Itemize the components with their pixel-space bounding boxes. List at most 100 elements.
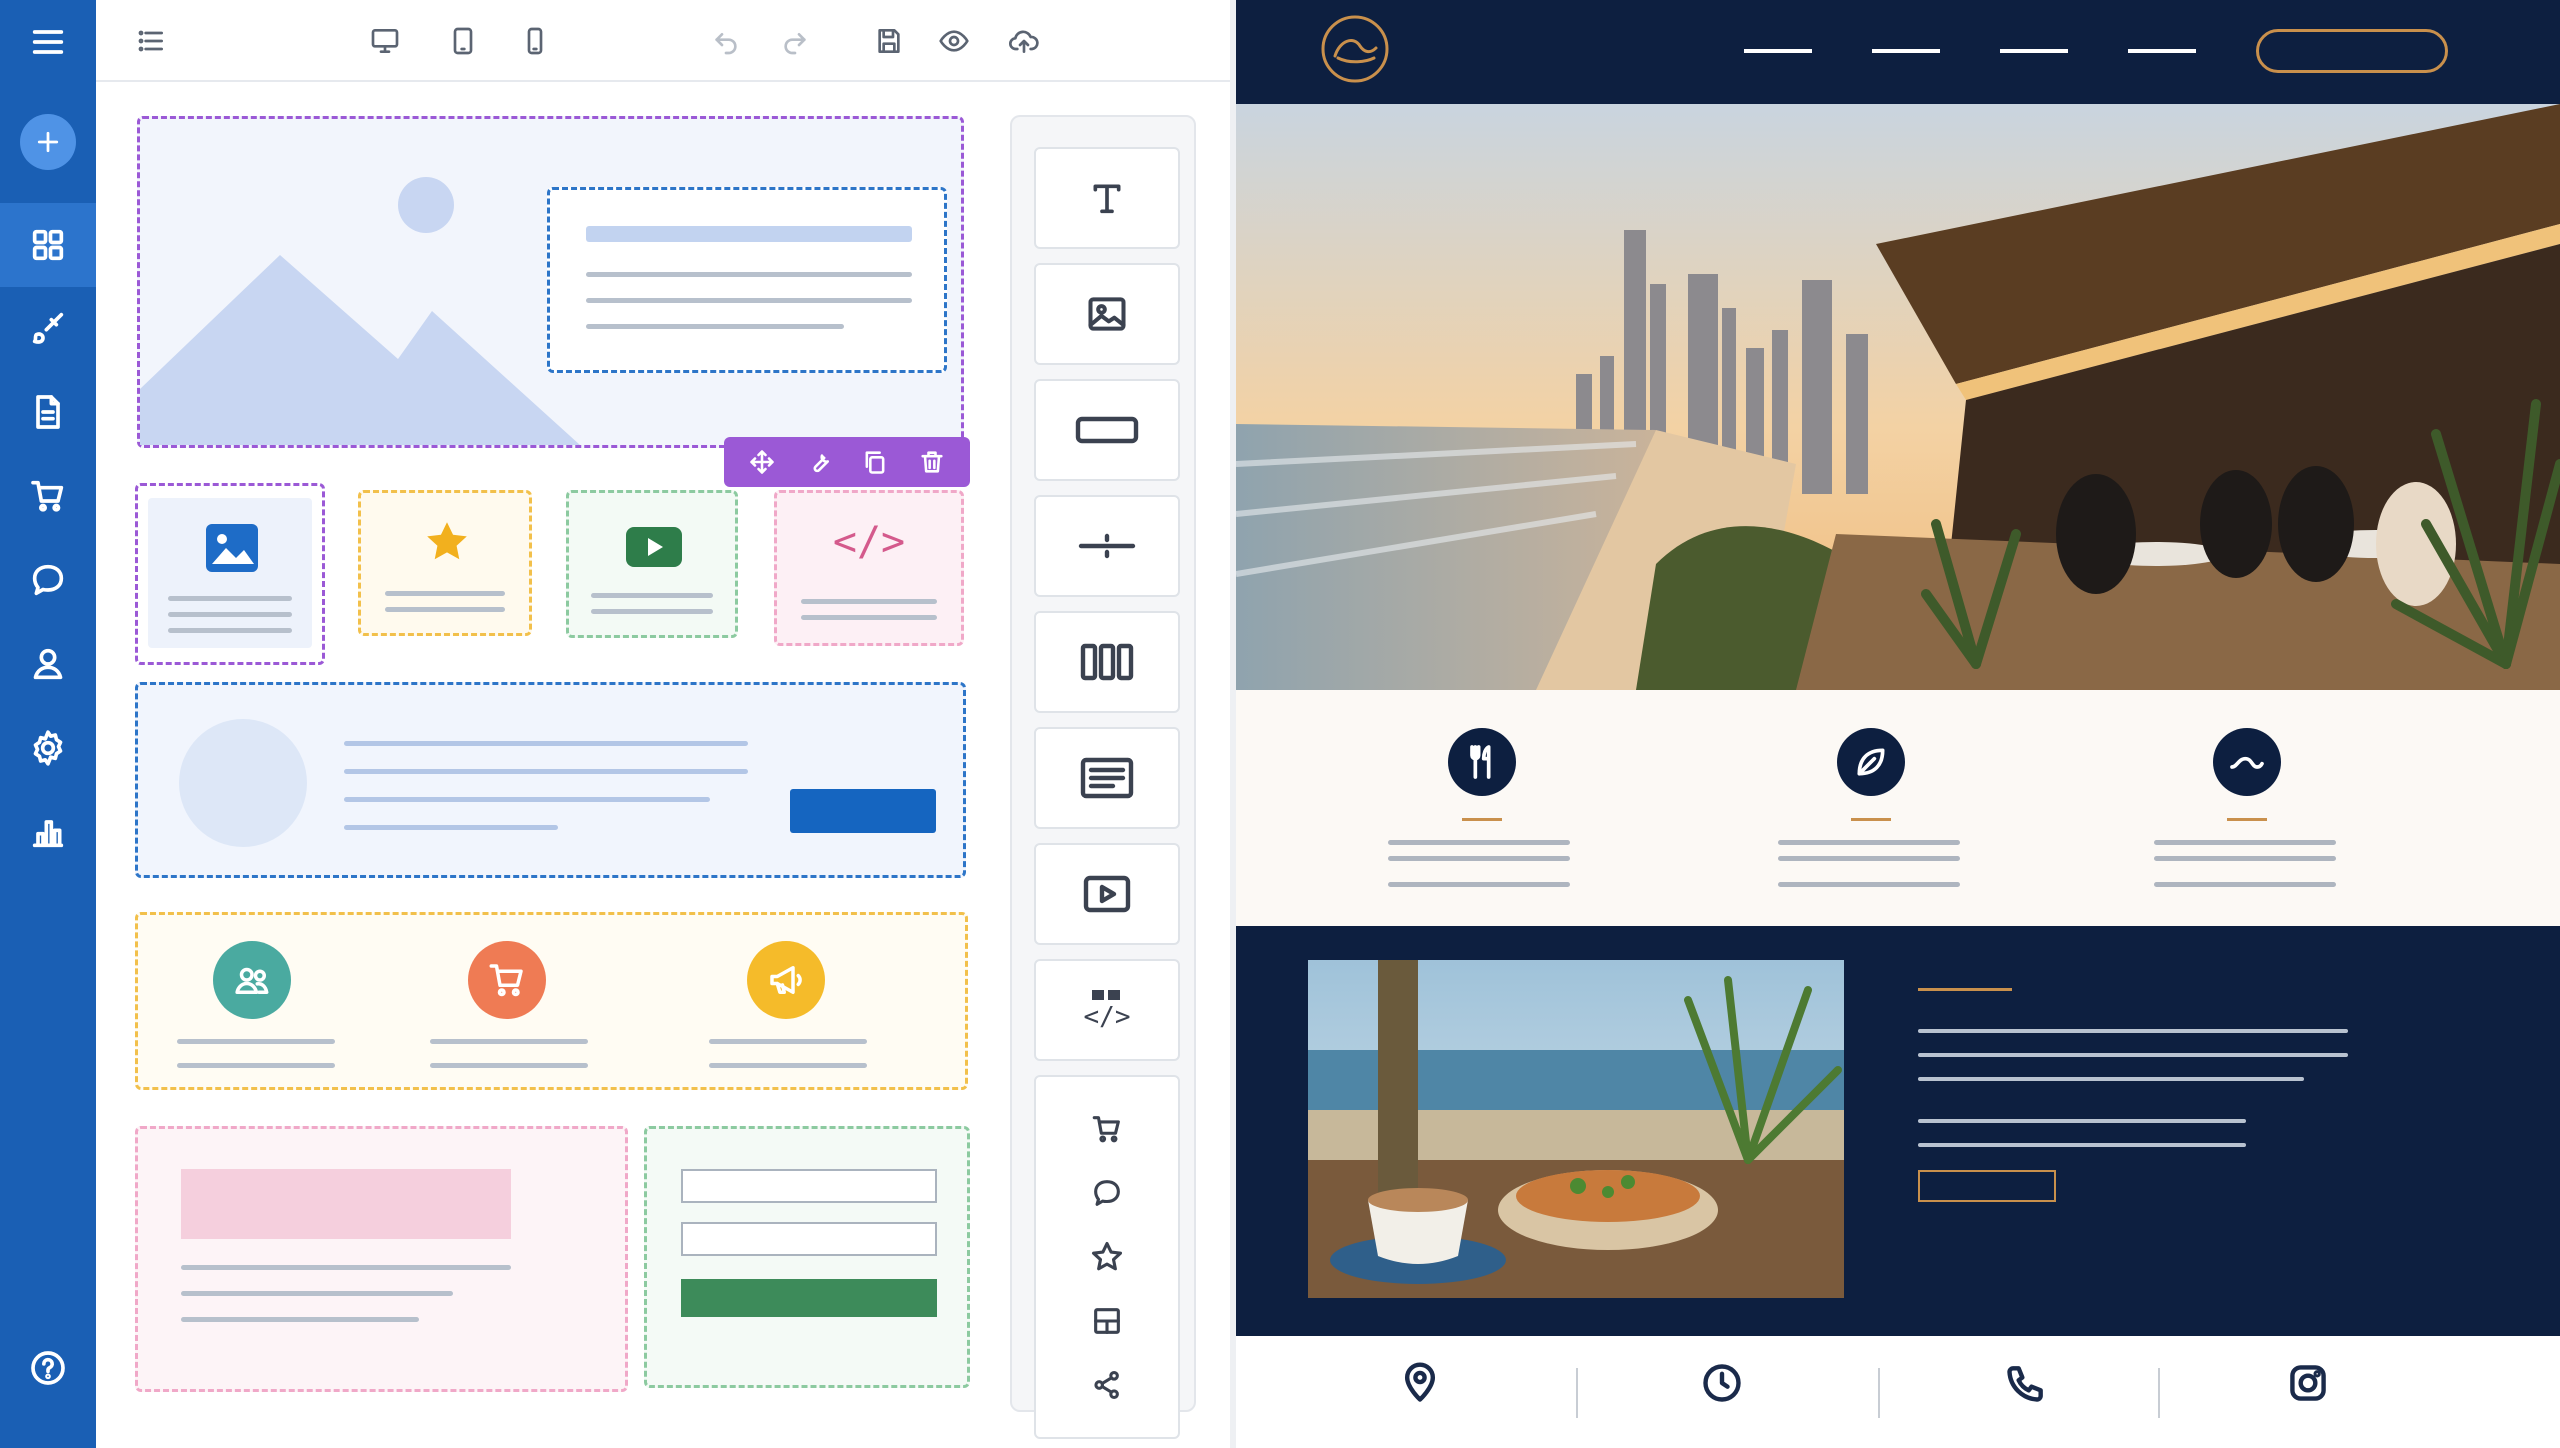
wrench-icon[interactable] (805, 448, 833, 476)
cta-button-placeholder[interactable] (790, 789, 936, 833)
layers-button[interactable] (127, 17, 175, 65)
nav-link[interactable] (2128, 49, 2196, 53)
move-icon[interactable] (748, 448, 776, 476)
cart-icon (31, 480, 64, 512)
header-cta-button[interactable] (2256, 29, 2448, 73)
text-line (1778, 840, 1960, 845)
redo-button[interactable] (771, 17, 819, 65)
text-line (1388, 840, 1570, 845)
trash-icon[interactable] (918, 448, 946, 476)
chat-icon[interactable] (1090, 1176, 1124, 1210)
preview-button[interactable] (930, 17, 978, 65)
chat-icon (32, 564, 64, 596)
sidebar-item-analytics[interactable] (0, 790, 96, 874)
wave-logo[interactable] (1320, 14, 1390, 84)
code-widget-card[interactable]: </> (774, 490, 964, 646)
text-block-widget[interactable] (1034, 727, 1180, 829)
video-widget-card[interactable] (566, 490, 738, 638)
save-icon (878, 29, 900, 53)
location-pin-icon[interactable] (1398, 1361, 1442, 1410)
embed-widget[interactable]: </> (1034, 959, 1180, 1061)
form-input-field[interactable] (681, 1222, 937, 1256)
sidebar-item-widgets[interactable] (0, 203, 96, 287)
nav-link[interactable] (1872, 49, 1940, 53)
hero-section-block[interactable] (137, 116, 964, 448)
desktop-view-button[interactable] (361, 17, 409, 65)
about-section (1236, 926, 2560, 1336)
text-line (344, 797, 710, 802)
cart-icon[interactable] (1090, 1112, 1124, 1146)
button-widget-icon (1075, 416, 1139, 444)
image-widget-card[interactable] (135, 483, 325, 665)
text-line (2154, 840, 2336, 845)
clock-icon[interactable] (1700, 1361, 1744, 1410)
save-button[interactable] (865, 17, 913, 65)
form-input-field[interactable] (681, 1169, 937, 1203)
rating-widget-card[interactable] (358, 490, 532, 636)
copy-icon[interactable] (861, 448, 889, 476)
phone-icon[interactable] (2004, 1361, 2048, 1410)
star-icon (427, 522, 467, 560)
cta-block[interactable] (135, 682, 966, 878)
nav-link[interactable] (2000, 49, 2068, 53)
text-line (586, 324, 844, 329)
button-widget[interactable] (1034, 379, 1180, 481)
sidebar-item-store[interactable] (0, 454, 96, 538)
nav-link[interactable] (1744, 49, 1812, 53)
text-line (709, 1039, 867, 1044)
widgets-grid-icon (32, 229, 64, 261)
sidebar-item-help[interactable] (0, 1326, 96, 1410)
text-line (591, 609, 713, 614)
selection-toolbar (724, 437, 970, 487)
left-sidebar (0, 0, 96, 1448)
layers-icon (138, 30, 163, 52)
text-widget[interactable] (1034, 147, 1180, 249)
testimonial-block[interactable] (135, 1126, 628, 1392)
text-line (1778, 856, 1960, 861)
menu-icon[interactable] (0, 0, 96, 84)
share-icon[interactable] (1090, 1368, 1124, 1402)
layout-icon[interactable] (1090, 1304, 1124, 1338)
text-widget-icon (1093, 184, 1121, 214)
sidebar-item-design[interactable] (0, 286, 96, 370)
text-line (344, 769, 748, 774)
add-button[interactable] (0, 100, 96, 184)
footer-divider (1878, 1368, 1880, 1418)
text-line (709, 1063, 867, 1068)
editor-toolbar (96, 0, 1230, 82)
section-cta-button[interactable] (1918, 1170, 2056, 1202)
undo-button[interactable] (702, 17, 750, 65)
divider-widget[interactable] (1034, 495, 1180, 597)
text-line (177, 1039, 335, 1044)
accent-line (1851, 818, 1891, 821)
sidebar-item-users[interactable] (0, 622, 96, 706)
text-line (181, 1265, 511, 1270)
split-divider[interactable] (1230, 0, 1236, 1448)
publish-button[interactable] (1000, 17, 1048, 65)
form-block[interactable] (644, 1126, 970, 1388)
analytics-icon (32, 820, 64, 848)
page-icon (36, 395, 60, 429)
star-icon[interactable] (1090, 1240, 1124, 1274)
sidebar-item-pages[interactable] (0, 370, 96, 454)
features-section (1236, 690, 2560, 926)
sidebar-item-comments[interactable] (0, 538, 96, 622)
video-widget[interactable] (1034, 843, 1180, 945)
image-widget-icon (1088, 297, 1126, 331)
tablet-view-button[interactable] (439, 17, 487, 65)
form-submit-button[interactable] (681, 1279, 937, 1317)
image-widget[interactable] (1034, 263, 1180, 365)
sidebar-item-settings[interactable] (0, 706, 96, 790)
help-icon (31, 1351, 65, 1385)
leaf-icon (1837, 728, 1905, 796)
features-block[interactable] (135, 912, 968, 1090)
instagram-icon[interactable] (2286, 1361, 2330, 1410)
accent-line (1462, 818, 1502, 821)
columns-widget[interactable] (1034, 611, 1180, 713)
mobile-view-button[interactable] (511, 17, 559, 65)
text-content-block[interactable] (547, 187, 947, 373)
megaphone-icon (747, 941, 825, 1019)
divider-widget-icon (1078, 533, 1136, 559)
text-line (168, 596, 292, 601)
avatar-placeholder (179, 719, 307, 847)
